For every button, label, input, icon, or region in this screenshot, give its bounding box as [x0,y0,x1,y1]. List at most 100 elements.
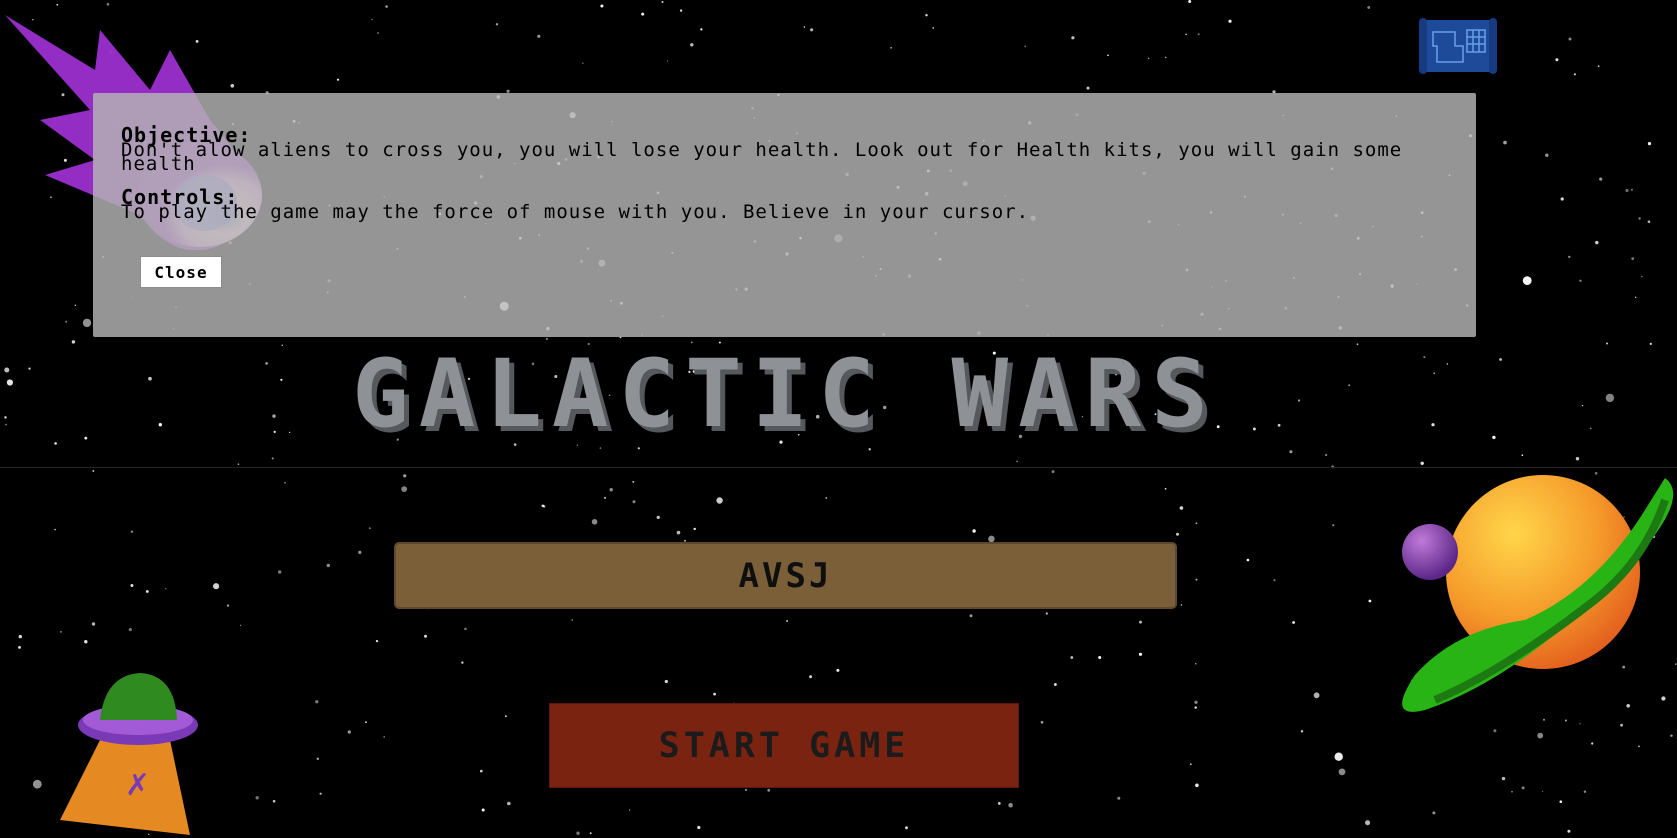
star [1040,721,1044,724]
star [1503,140,1507,145]
star [54,528,56,531]
star [255,796,259,800]
star [401,486,408,492]
star [676,530,681,535]
star [1292,621,1295,624]
star [1195,783,1199,788]
star [1573,73,1576,76]
star [130,584,134,587]
star [1008,802,1013,808]
star [1521,454,1524,457]
star [1521,786,1525,790]
star [1139,620,1142,624]
star [1098,656,1102,659]
star [1273,579,1276,582]
star [1568,255,1571,259]
star [505,715,507,718]
star [106,2,110,6]
star [744,788,748,792]
objective-text: Don't alow aliens to cross you, you will… [121,139,1403,175]
star [1579,279,1582,282]
star [767,788,771,792]
star [481,808,485,812]
star [656,515,660,520]
star [609,488,613,492]
star [1313,692,1320,699]
star [1365,820,1371,826]
blueprint-icon[interactable] [1417,16,1499,76]
star [1107,54,1109,57]
star [1545,153,1549,157]
star [803,26,806,28]
star [825,497,828,499]
star [1606,342,1608,345]
star [1641,275,1643,278]
star [71,340,76,344]
star [213,583,220,590]
star [603,496,607,499]
objective-section: Objective: Don't alow aliens to cross yo… [121,125,1448,175]
star [716,497,723,504]
star [1194,700,1198,704]
star [65,320,68,323]
star [713,692,716,696]
star [1138,652,1143,656]
star [1188,0,1192,3]
star [91,622,96,626]
star [1179,506,1184,510]
star [666,60,669,62]
star [1289,450,1293,454]
star [507,801,511,806]
star [1555,58,1559,62]
star [932,27,934,29]
star [1367,6,1371,9]
star [1647,220,1651,223]
star [18,646,21,649]
star [1501,776,1506,781]
star [18,634,22,639]
star [92,470,95,472]
start-game-button[interactable]: START GAME [549,703,1019,788]
star [375,639,379,643]
star [237,463,240,466]
star [128,628,132,632]
star [905,826,908,830]
star [1605,393,1615,403]
svg-text:✗: ✗ [125,768,150,803]
star [1338,768,1346,776]
player-name-input[interactable] [394,542,1177,609]
star [74,304,77,306]
star [1024,45,1026,47]
star [385,5,388,8]
instructions-modal: Objective: Don't alow aliens to cross yo… [93,93,1476,337]
star [1638,217,1641,220]
star [1045,612,1048,615]
star [997,802,1001,805]
star [56,3,59,6]
star [589,832,592,834]
star [371,19,373,21]
star [836,668,840,672]
star [1511,791,1513,793]
star [1647,142,1652,146]
star [480,769,483,773]
star [464,627,467,631]
star [1189,763,1192,766]
star [1117,796,1121,800]
controls-text: To play the game may the force of mouse … [121,201,1030,223]
star [1583,790,1587,793]
star [336,78,340,81]
star [1164,488,1167,490]
star [165,588,167,590]
star [600,4,604,8]
star [1228,19,1232,23]
star [628,809,631,811]
close-button[interactable]: Close [140,256,222,288]
star [1595,240,1599,245]
star [1164,56,1167,59]
star [347,730,351,734]
star [319,792,322,795]
star [1522,276,1532,285]
star [697,825,701,830]
star [1542,790,1544,792]
